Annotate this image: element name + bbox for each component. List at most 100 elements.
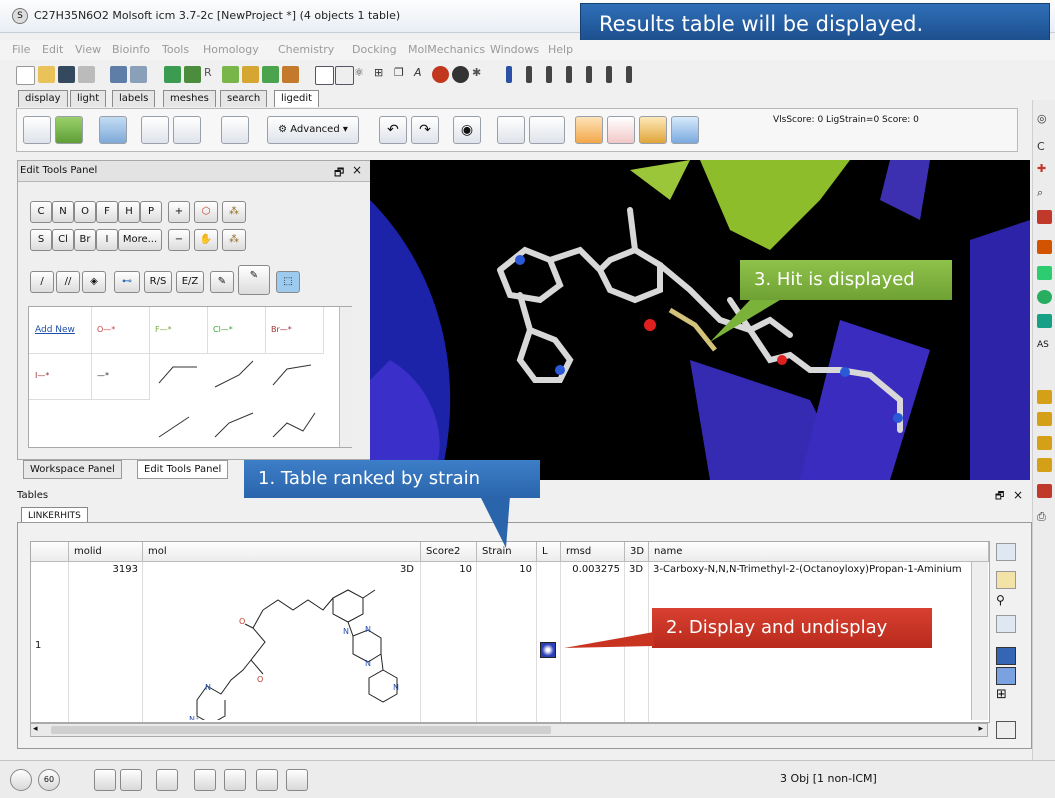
fragment-cell[interactable]: F—*	[149, 307, 208, 354]
scroll-thumb[interactable]	[51, 726, 551, 734]
smart-edit-icon[interactable]: ✎	[238, 265, 270, 295]
ring-icon[interactable]: ⬡	[194, 201, 218, 223]
zoom-icon[interactable]: ⌕	[1037, 186, 1052, 200]
atom-button-o[interactable]: O	[74, 201, 96, 223]
grid-small-icon[interactable]	[1037, 314, 1052, 328]
molecule2-icon[interactable]	[184, 66, 201, 83]
stop-icon[interactable]	[10, 769, 32, 791]
target-icon[interactable]: ◉	[453, 116, 481, 144]
table-tool-icon[interactable]	[110, 66, 127, 83]
eraser-icon[interactable]: ◈	[82, 271, 106, 293]
tab-ligedit[interactable]: ligedit	[274, 90, 320, 107]
menu-view[interactable]: View	[75, 43, 101, 56]
float-icon[interactable]: 🗗	[995, 489, 1004, 506]
tab-meshes[interactable]: meshes	[163, 90, 216, 107]
align-icon-4[interactable]	[566, 66, 572, 83]
window-toggle-icon[interactable]	[120, 769, 142, 791]
edit-pencil-icon[interactable]	[99, 116, 127, 144]
select-icon[interactable]	[1037, 210, 1052, 224]
undo-icon[interactable]: ↶	[379, 116, 407, 144]
align-icon-7[interactable]	[626, 66, 632, 83]
fragment-cell[interactable]: O—*	[91, 307, 150, 354]
atom-button-cl[interactable]: Cl	[52, 229, 74, 251]
refresh-icon[interactable]	[671, 116, 699, 144]
save-icon[interactable]	[58, 66, 75, 83]
tab-search[interactable]: search	[220, 90, 268, 107]
atom-button-br[interactable]: Br	[74, 229, 96, 251]
move-icon[interactable]: ✚	[1037, 162, 1052, 176]
record-icon[interactable]	[256, 769, 278, 791]
rs-button[interactable]: R/S	[144, 271, 172, 293]
strain-icon[interactable]	[607, 116, 635, 144]
view-list-icon[interactable]	[996, 667, 1016, 685]
menu-tools[interactable]: Tools	[162, 43, 189, 56]
molecule-icon[interactable]	[164, 66, 181, 83]
tab-workspace-panel[interactable]: Workspace Panel	[23, 460, 122, 479]
dark-sphere-icon[interactable]	[452, 66, 469, 83]
column-settings-icon[interactable]	[996, 543, 1016, 561]
menu-molmechanics[interactable]: MolMechanics	[408, 43, 485, 56]
fragment-cell[interactable]: I—*	[29, 353, 92, 400]
display-toggle-icon[interactable]	[540, 642, 556, 658]
align-icon-1[interactable]	[506, 66, 512, 83]
chain-icon[interactable]: ⊷	[114, 271, 140, 293]
align-d-icon[interactable]	[1037, 458, 1052, 472]
ligand-icon[interactable]	[23, 116, 51, 144]
menu-docking[interactable]: Docking	[352, 43, 397, 56]
search-tool-icon[interactable]	[130, 66, 147, 83]
single-bond-icon[interactable]: /	[30, 271, 54, 293]
cycle-icon[interactable]	[1037, 290, 1052, 304]
scroll-left-icon[interactable]: ◂	[33, 724, 38, 734]
table-vertical-scrollbar[interactable]	[971, 562, 988, 720]
tool-icon[interactable]	[286, 769, 308, 791]
add-new-link[interactable]: Add New	[35, 325, 75, 335]
atom-button-s[interactable]: S	[30, 229, 52, 251]
align-c-icon[interactable]	[1037, 436, 1052, 450]
table-toggle-icon[interactable]	[156, 769, 178, 791]
atom-button-h[interactable]: H	[118, 201, 140, 223]
align-icon-2[interactable]	[526, 66, 532, 83]
redo-icon[interactable]: ↷	[411, 116, 439, 144]
as-icon[interactable]: AS	[1037, 340, 1052, 354]
advanced-dropdown[interactable]: ⚙ Advanced ▾	[267, 116, 359, 144]
settings-icon[interactable]	[194, 769, 216, 791]
chart-icon[interactable]	[996, 721, 1016, 739]
fragment-cell[interactable]: Br—*	[265, 307, 324, 354]
hand-icon[interactable]: ✋	[194, 229, 218, 251]
remove-charge-button[interactable]: −	[168, 229, 190, 251]
fragment-scrollbar[interactable]	[339, 307, 352, 447]
new-file-icon[interactable]	[16, 66, 35, 85]
double-bond-icon[interactable]: //	[56, 271, 80, 293]
group-icon[interactable]: ⁂	[222, 201, 246, 223]
tab-labels[interactable]: labels	[112, 90, 156, 107]
binoculars-icon[interactable]: ⚲	[996, 593, 1005, 607]
label-icon[interactable]	[1037, 240, 1052, 254]
window-icon[interactable]: ❐	[394, 66, 411, 83]
align-icon-3[interactable]	[546, 66, 552, 83]
rotate-icon[interactable]: C	[1037, 140, 1052, 154]
fragment-add-icon[interactable]	[141, 116, 169, 144]
table-horizontal-scrollbar[interactable]: ◂ ▸	[30, 723, 988, 737]
score-dropdown-icon[interactable]	[529, 116, 565, 144]
group-minus-icon[interactable]: ⁂	[222, 229, 246, 251]
table-header-name[interactable]: name	[649, 542, 989, 562]
camera-icon[interactable]	[224, 769, 246, 791]
fragment-cell[interactable]: —*	[91, 353, 150, 400]
cell-score2[interactable]: 10	[421, 562, 477, 722]
ez-button[interactable]: E/Z	[176, 271, 204, 293]
sun-icon[interactable]	[575, 116, 603, 144]
close-icon[interactable]: ×	[352, 163, 362, 177]
table-header-score2[interactable]: Score2	[421, 542, 477, 562]
fragment-cell[interactable]: Cl—*	[207, 307, 266, 354]
atom-icon[interactable]: ⚛	[354, 66, 371, 83]
table-header-3d[interactable]: 3D	[625, 542, 649, 562]
cell-strain[interactable]: 10	[477, 562, 537, 722]
pdb-icon[interactable]	[315, 66, 334, 85]
atom-button-n[interactable]: N	[52, 201, 74, 223]
select-atoms-icon[interactable]: ⬚	[276, 271, 300, 293]
cell-molid[interactable]: 3193	[69, 562, 143, 722]
workspace-toggle-icon[interactable]	[94, 769, 116, 791]
printer-icon[interactable]: ⎙	[1037, 510, 1052, 524]
menu-edit[interactable]: Edit	[42, 43, 63, 56]
atom-button-c[interactable]: C	[30, 201, 52, 223]
